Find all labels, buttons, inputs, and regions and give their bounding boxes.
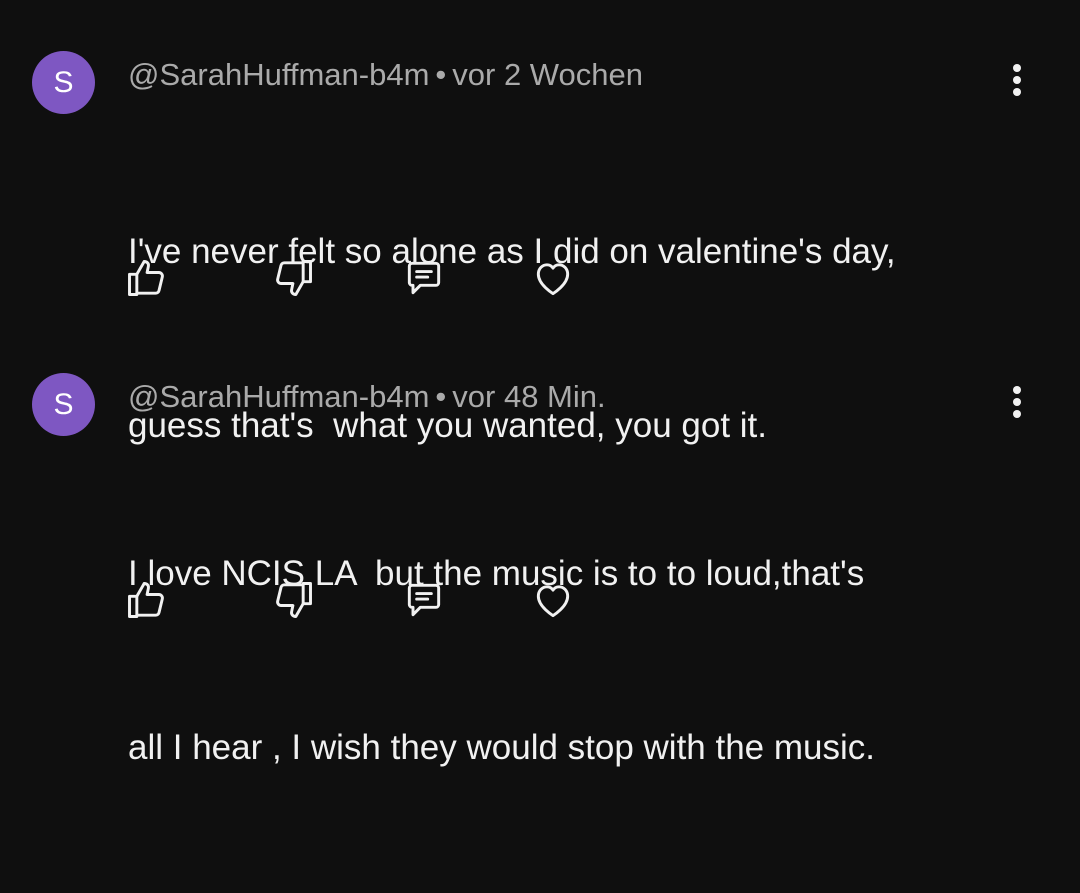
avatar[interactable]: S [32, 373, 95, 436]
reply-icon [407, 583, 441, 617]
thumbs-up-icon [128, 582, 164, 618]
avatar[interactable]: S [32, 51, 95, 114]
dislike-button[interactable] [266, 250, 322, 306]
reply-button[interactable] [396, 572, 452, 628]
thumbs-down-icon [276, 260, 312, 296]
comment: S @SarahHuffman-b4m • vor 48 Min. I love N… [0, 322, 1080, 767]
heart-button[interactable] [525, 250, 581, 306]
reply-icon [407, 261, 441, 295]
heart-button[interactable] [525, 572, 581, 628]
reply-button[interactable] [396, 250, 452, 306]
comment-meta: @SarahHuffman-b4m • vor 48 Min. [128, 378, 606, 416]
more-vert-icon [1013, 386, 1021, 418]
comment-line: all I hear , I wish they would stop with… [128, 728, 875, 767]
comment-time[interactable]: vor 2 Wochen [452, 57, 643, 92]
avatar-letter: S [53, 387, 74, 421]
more-options-button[interactable] [1000, 382, 1034, 422]
like-button[interactable] [118, 572, 174, 628]
more-options-button[interactable] [1000, 60, 1034, 100]
dislike-button[interactable] [266, 572, 322, 628]
comment-meta: @SarahHuffman-b4m • vor 2 Wochen [128, 56, 643, 94]
heart-icon [536, 263, 570, 296]
comment-text: I love NCIS LA but the music is to to lo… [128, 429, 1028, 893]
meta-separator: • [435, 379, 447, 414]
comment: S @SarahHuffman-b4m • vor 2 Wochen I've ne… [0, 0, 1080, 445]
avatar-letter: S [53, 65, 74, 99]
comment-time[interactable]: vor 48 Min. [452, 379, 605, 414]
heart-icon [536, 585, 570, 618]
thumbs-down-icon [276, 582, 312, 618]
author-handle[interactable]: @SarahHuffman-b4m [128, 57, 429, 92]
author-handle[interactable]: @SarahHuffman-b4m [128, 379, 429, 414]
meta-separator: • [435, 57, 447, 92]
more-vert-icon [1013, 64, 1021, 96]
like-button[interactable] [118, 250, 174, 306]
thumbs-up-icon [128, 260, 164, 296]
